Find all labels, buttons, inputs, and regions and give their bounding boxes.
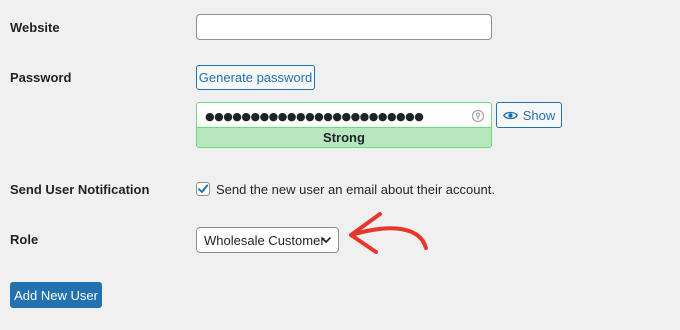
send-notification-checkbox[interactable] xyxy=(196,182,210,196)
show-password-label: Show xyxy=(522,107,556,123)
add-new-user-button[interactable]: Add New User xyxy=(10,282,102,308)
password-masked-value: ●●●●●●●●●●●●●●●●●●●●●●●● xyxy=(205,109,424,123)
password-strength-meter: Strong xyxy=(196,127,492,148)
password-manager-icon[interactable] xyxy=(471,109,485,123)
website-input[interactable] xyxy=(196,14,492,40)
generate-password-button[interactable]: Generate password xyxy=(196,65,315,90)
eye-icon xyxy=(502,110,518,121)
role-selected-value: Wholesale Customer xyxy=(204,232,325,248)
send-notification-text: Send the new user an email about their a… xyxy=(216,182,495,197)
role-label: Role xyxy=(10,232,39,247)
website-label: Website xyxy=(10,20,60,35)
password-input[interactable]: ●●●●●●●●●●●●●●●●●●●●●●●● xyxy=(196,102,492,129)
show-password-button[interactable]: Show xyxy=(496,102,562,128)
red-arrow-annotation xyxy=(349,212,428,254)
checkmark-icon xyxy=(198,184,209,193)
chevron-down-icon xyxy=(321,237,331,243)
send-notification-label: Send User Notification xyxy=(10,182,150,197)
role-select[interactable]: Wholesale Customer xyxy=(196,227,339,253)
password-strength-value: Strong xyxy=(323,130,365,145)
password-label: Password xyxy=(10,70,72,85)
